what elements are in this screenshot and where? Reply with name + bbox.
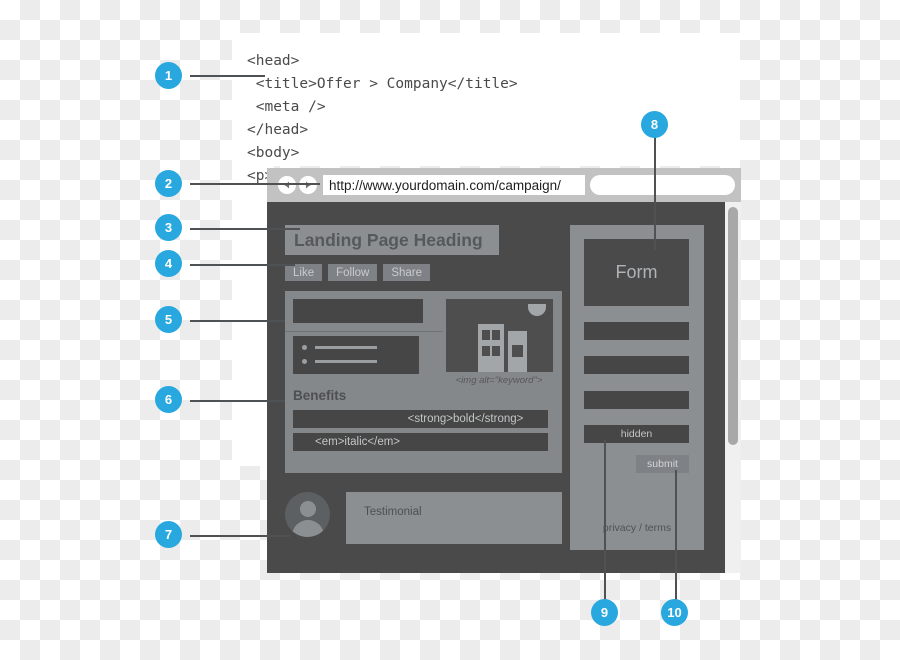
submit-button[interactable]: submit: [636, 455, 689, 473]
window-pane: [492, 330, 500, 340]
content-divider: [285, 331, 443, 332]
bullet-list-block: [293, 336, 419, 374]
avatar-body-shape: [291, 520, 324, 537]
leader-line-1: [190, 75, 265, 77]
follow-button-label: Follow: [336, 266, 370, 279]
landing-page-body: Landing Page Heading Like Follow Share <…: [267, 202, 725, 573]
content-top-bar: [293, 299, 423, 323]
callout-badge-2[interactable]: 2: [155, 170, 182, 197]
form-title: Form: [615, 262, 658, 282]
callout-badge-9[interactable]: 9: [591, 599, 618, 626]
forward-button[interactable]: [299, 176, 317, 194]
bold-text-bar: <strong>bold</strong>: [293, 410, 548, 428]
callout-badge-4[interactable]: 4: [155, 250, 182, 277]
hidden-field[interactable]: hidden: [584, 425, 689, 443]
arrow-left-icon: [284, 181, 290, 189]
leader-line-5: [190, 320, 285, 322]
leader-line-4: [190, 264, 295, 266]
testimonial-box: Testimonial: [346, 492, 562, 544]
leader-line-2: [190, 183, 320, 185]
building-right-icon: [508, 331, 527, 372]
scrollbar-thumb[interactable]: [728, 207, 738, 445]
form-input-1[interactable]: [584, 322, 689, 340]
italic-text-bar: <em>italic</em>: [293, 433, 548, 451]
list-item: [302, 359, 377, 364]
leader-line-8: [654, 135, 656, 250]
image-alt-caption: <img alt="keyword">: [455, 375, 543, 386]
leader-line-6: [190, 400, 285, 402]
bullet-dot-icon: [302, 359, 307, 364]
callout-badge-1[interactable]: 1: [155, 62, 182, 89]
form-hero-block: Form: [584, 239, 689, 306]
leader-line-7: [190, 535, 290, 537]
avatar: [285, 492, 330, 537]
callout-badge-10[interactable]: 10: [661, 599, 688, 626]
browser-window: http://www.yourdomain.com/campaign/ Land…: [267, 168, 741, 573]
callout-badge-7[interactable]: 7: [155, 521, 182, 548]
arrow-right-icon: [305, 181, 311, 189]
callout-badge-3[interactable]: 3: [155, 214, 182, 241]
landing-page-heading: Landing Page Heading: [285, 225, 499, 255]
italic-text-label: <em>italic</em>: [315, 436, 401, 448]
window-pane: [482, 346, 490, 356]
submit-button-label: submit: [647, 458, 678, 470]
callout-badge-8[interactable]: 8: [641, 111, 668, 138]
follow-button[interactable]: Follow: [328, 264, 378, 281]
building-left-icon: [478, 324, 504, 372]
hidden-field-label: hidden: [620, 428, 653, 440]
back-button[interactable]: [278, 176, 296, 194]
leader-line-3: [190, 228, 300, 230]
browser-search-box[interactable]: [590, 175, 735, 195]
callout-badge-6[interactable]: 6: [155, 386, 182, 413]
bold-text-label: <strong>bold</strong>: [407, 413, 524, 425]
list-item: [302, 345, 377, 350]
window-pane: [492, 346, 500, 356]
like-button-label: Like: [293, 266, 315, 279]
url-text: http://www.yourdomain.com/campaign/: [329, 177, 561, 193]
sun-icon: [528, 304, 546, 316]
address-bar[interactable]: http://www.yourdomain.com/campaign/: [323, 175, 585, 195]
form-input-3[interactable]: [584, 391, 689, 409]
browser-viewport: Landing Page Heading Like Follow Share <…: [267, 202, 741, 573]
bullet-line: [315, 360, 377, 363]
diagram-stage: <head> <title>Offer > Company</title> <m…: [0, 0, 900, 660]
content-card: <img alt="keyword"> Benefits <strong>bol…: [285, 291, 562, 473]
leader-line-10: [675, 470, 677, 600]
landing-page-heading-text: Landing Page Heading: [294, 229, 483, 250]
social-button-row: Like Follow Share: [285, 264, 431, 281]
window-pane: [512, 345, 523, 357]
form-input-2[interactable]: [584, 356, 689, 374]
testimonial-label: Testimonial: [364, 506, 422, 518]
browser-chrome: http://www.yourdomain.com/campaign/: [267, 168, 741, 202]
bullet-line: [315, 346, 377, 349]
window-pane: [482, 330, 490, 340]
benefits-title: Benefits: [293, 388, 347, 403]
share-button[interactable]: Share: [383, 264, 431, 281]
like-button[interactable]: Like: [285, 264, 323, 281]
callout-badge-5[interactable]: 5: [155, 306, 182, 333]
form-sidebar: Form hidden submit privacy / terms: [570, 225, 704, 550]
privacy-terms-link[interactable]: privacy / terms: [570, 522, 704, 534]
avatar-head-shape: [299, 501, 316, 517]
leader-line-9: [604, 440, 606, 600]
vertical-scrollbar[interactable]: [725, 202, 741, 573]
share-button-label: Share: [391, 266, 423, 279]
image-placeholder: [446, 299, 553, 372]
bullet-dot-icon: [302, 345, 307, 350]
